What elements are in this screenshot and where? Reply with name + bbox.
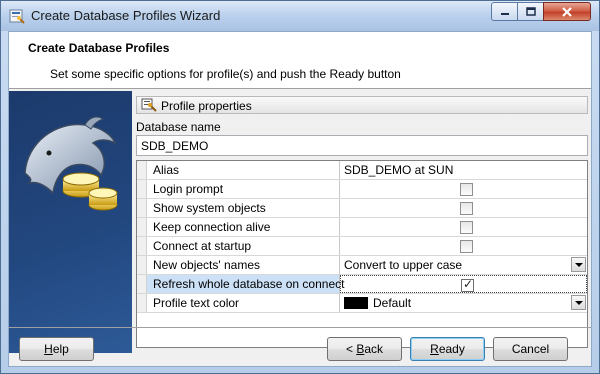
dropdown-arrow-icon[interactable] xyxy=(571,295,586,310)
row-gutter xyxy=(137,218,147,236)
properties-grid: Alias SDB_DEMO at SUN Login prompt Show … xyxy=(136,160,588,348)
property-name: Show system objects xyxy=(147,199,340,217)
wizard-window: Create Database Profiles Wizard Create D… xyxy=(0,0,600,374)
property-name: Login prompt xyxy=(147,180,340,198)
wizard-side-banner xyxy=(9,91,132,353)
property-value-cell: ✓ xyxy=(340,275,587,293)
row-gutter xyxy=(137,180,147,198)
minimize-button[interactable] xyxy=(491,2,518,21)
property-row-new-objects-names[interactable]: New objects' names Convert to upper case xyxy=(137,256,587,275)
refresh-on-connect-checkbox[interactable]: ✓ xyxy=(461,277,474,292)
property-value-cell xyxy=(340,180,587,198)
property-name: Connect at startup xyxy=(147,237,340,255)
row-gutter xyxy=(137,294,147,312)
login-prompt-checkbox[interactable] xyxy=(460,183,473,196)
dropdown-arrow-icon[interactable] xyxy=(571,257,586,272)
property-row-login-prompt[interactable]: Login prompt xyxy=(137,180,587,199)
window-title: Create Database Profiles Wizard xyxy=(31,8,221,23)
title-bar[interactable]: Create Database Profiles Wizard xyxy=(1,1,599,31)
help-button[interactable]: Help xyxy=(19,337,94,361)
connect-at-startup-checkbox[interactable] xyxy=(460,240,473,253)
page-title: Create Database Profiles xyxy=(28,41,170,55)
back-button[interactable]: < Back xyxy=(327,337,402,361)
wizard-header: Create Database Profiles Set some specif… xyxy=(9,32,591,89)
ready-button[interactable]: Ready xyxy=(410,337,485,361)
row-gutter xyxy=(137,275,147,293)
profile-properties-header[interactable]: Profile properties xyxy=(136,96,588,114)
property-name: New objects' names xyxy=(147,256,340,274)
properties-panel: Profile properties Database name SDB_DEM… xyxy=(136,94,588,354)
property-name: Refresh whole database on connect xyxy=(147,275,344,293)
minimize-icon xyxy=(500,12,509,15)
show-system-objects-checkbox[interactable] xyxy=(460,202,473,215)
footer-divider xyxy=(9,327,591,328)
select-value: Convert to upper case xyxy=(344,258,463,272)
properties-icon xyxy=(141,98,157,112)
cancel-button[interactable]: Cancel xyxy=(493,337,568,361)
property-row-alias[interactable]: Alias SDB_DEMO at SUN xyxy=(137,161,587,180)
property-row-connect-at-startup[interactable]: Connect at startup xyxy=(137,237,587,256)
property-name: Profile text color xyxy=(147,294,340,312)
property-value-cell xyxy=(340,218,587,236)
close-icon xyxy=(562,6,572,17)
color-swatch xyxy=(344,297,368,309)
row-gutter xyxy=(137,161,147,179)
select-value: Default xyxy=(373,296,412,310)
maximize-icon xyxy=(525,7,536,16)
property-value-cell xyxy=(340,237,587,255)
property-row-show-system-objects[interactable]: Show system objects xyxy=(137,199,587,218)
row-gutter xyxy=(137,237,147,255)
alias-value[interactable]: SDB_DEMO at SUN xyxy=(340,161,587,179)
property-row-refresh-on-connect[interactable]: Refresh whole database on connect ✓ xyxy=(137,275,587,294)
profile-properties-label: Profile properties xyxy=(161,99,252,113)
database-name-field[interactable]: SDB_DEMO xyxy=(136,135,588,156)
checkmark-icon: ✓ xyxy=(463,277,474,291)
page-subtitle: Set some specific options for profile(s)… xyxy=(50,67,401,81)
profile-text-color-select[interactable]: Default xyxy=(340,294,587,312)
wizard-client-area: Create Database Profiles Set some specif… xyxy=(8,31,592,367)
dolphin-database-logo-icon xyxy=(24,116,118,211)
property-value-cell xyxy=(340,199,587,217)
property-row-keep-connection-alive[interactable]: Keep connection alive xyxy=(137,218,587,237)
keep-connection-alive-checkbox[interactable] xyxy=(460,221,473,234)
property-row-profile-text-color[interactable]: Profile text color Default xyxy=(137,294,587,313)
maximize-button[interactable] xyxy=(517,2,544,21)
database-name-label: Database name xyxy=(136,120,221,134)
close-button[interactable] xyxy=(543,2,591,21)
property-name: Alias xyxy=(147,161,340,179)
wizard-app-icon xyxy=(9,9,25,24)
row-gutter xyxy=(137,256,147,274)
new-objects-names-select[interactable]: Convert to upper case xyxy=(340,256,587,274)
row-gutter xyxy=(137,199,147,217)
property-name: Keep connection alive xyxy=(147,218,340,236)
